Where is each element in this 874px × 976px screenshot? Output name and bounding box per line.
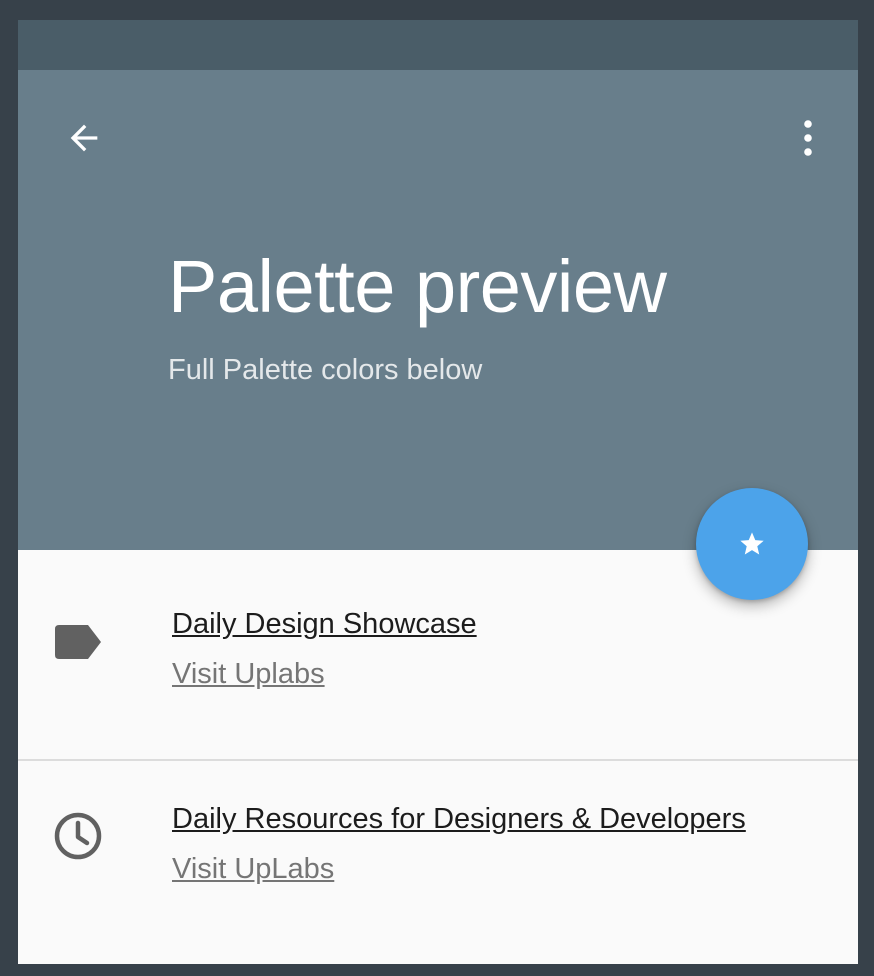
list-item: Daily Resources for Designers & Develope… [18, 760, 858, 964]
page-title: Palette preview [168, 245, 667, 328]
status-bar [18, 20, 858, 70]
label-icon [48, 612, 108, 672]
app-screen: Palette preview Full Palette colors belo… [18, 20, 858, 964]
visit-link[interactable]: Visit Uplabs [172, 660, 325, 689]
header: Palette preview Full Palette colors belo… [18, 70, 858, 550]
clock-icon [48, 806, 108, 866]
star-icon [740, 532, 764, 555]
list-item-title[interactable]: Daily Resources for Designers & Develope… [172, 805, 746, 834]
more-options-button[interactable] [786, 112, 830, 164]
visit-link[interactable]: Visit UpLabs [172, 855, 334, 884]
page-subtitle: Full Palette colors below [168, 354, 483, 386]
arrow-back-icon [70, 124, 98, 152]
more-vert-icon [804, 120, 812, 156]
link-list: Daily Design Showcase Visit Uplabs Daily… [18, 550, 858, 964]
list-item-title[interactable]: Daily Design Showcase [172, 610, 477, 639]
favorite-fab-button[interactable] [696, 488, 808, 600]
back-button[interactable] [58, 112, 110, 164]
